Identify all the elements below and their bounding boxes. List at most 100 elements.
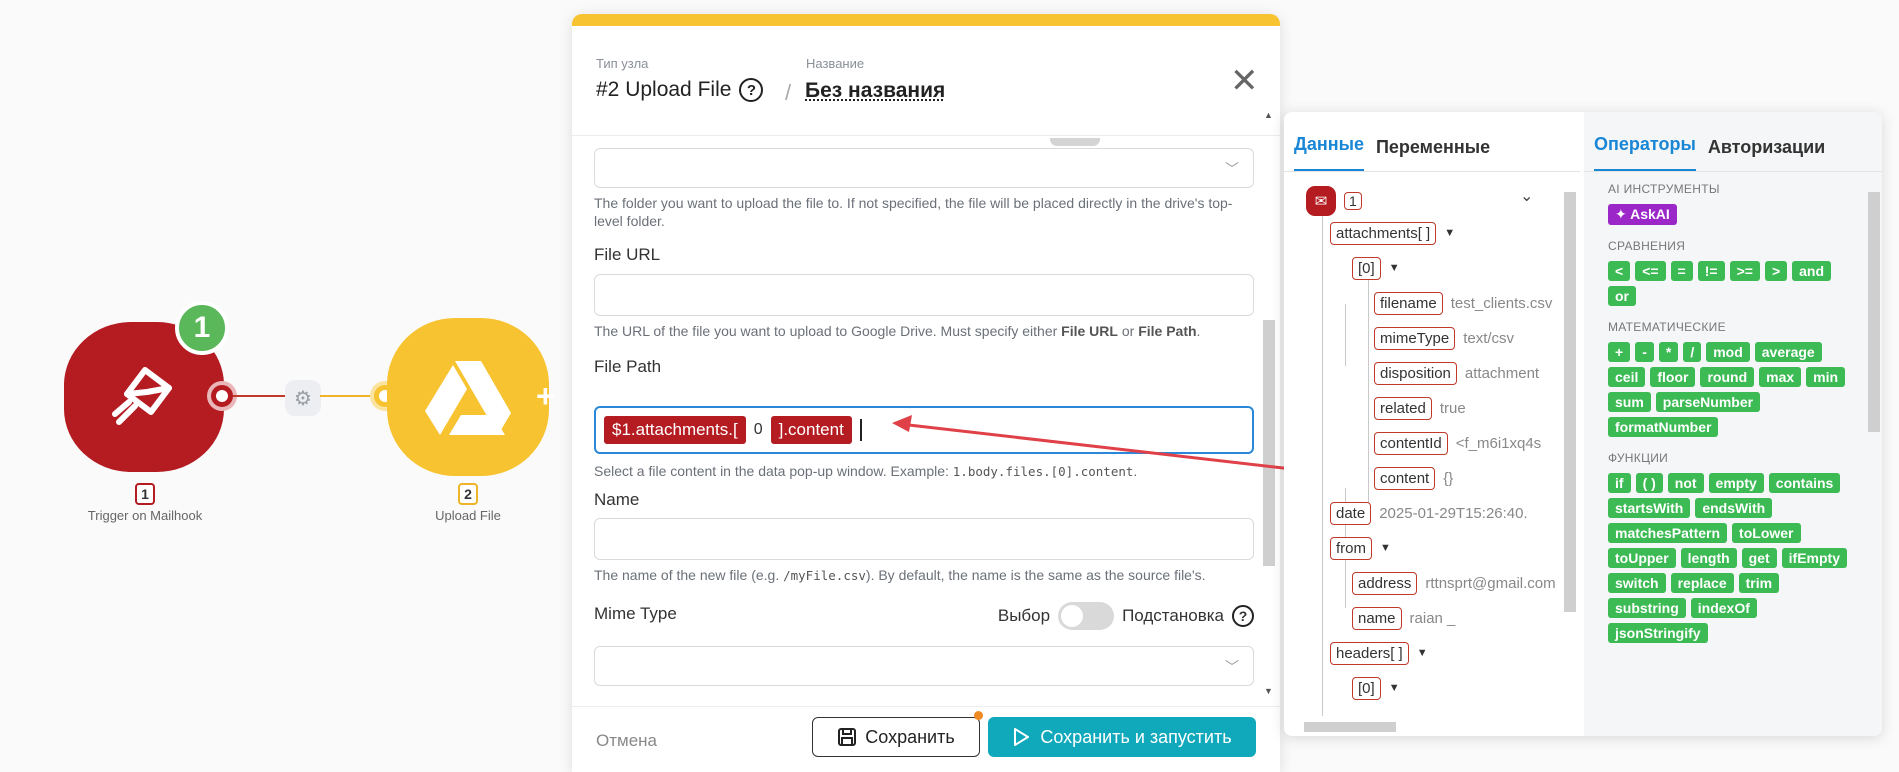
tree-key[interactable]: [0]: [1352, 676, 1381, 700]
mime-type-select[interactable]: ﹀: [594, 646, 1254, 686]
tree-key[interactable]: name: [1352, 606, 1402, 630]
node-name-value[interactable]: Без названия: [805, 79, 945, 103]
operator-chip[interactable]: empty: [1708, 473, 1764, 493]
tree-item-disposition[interactable]: disposition attachment: [1374, 360, 1539, 386]
tree-item-related[interactable]: related true: [1374, 395, 1466, 421]
tree-key[interactable]: filename: [1374, 291, 1443, 315]
caret-down-icon[interactable]: ▼: [1389, 682, 1400, 694]
operator-chip[interactable]: sum: [1608, 392, 1651, 412]
tree-item-attachments[interactable]: attachments[ ] ▼: [1330, 220, 1455, 246]
mode-option-substitute[interactable]: Подстановка: [1122, 606, 1224, 626]
caret-down-icon[interactable]: ▼: [1380, 542, 1391, 554]
edge-settings-gear-icon[interactable]: ⚙: [285, 380, 321, 416]
operator-chip[interactable]: substring: [1608, 598, 1686, 618]
tree-key[interactable]: headers[ ]: [1330, 641, 1409, 665]
tree-key[interactable]: address: [1352, 571, 1418, 595]
operator-chip[interactable]: *: [1658, 342, 1679, 362]
operator-chip[interactable]: matchesPattern: [1608, 523, 1728, 543]
tree-root[interactable]: ✉ 1: [1306, 186, 1362, 216]
operator-chip[interactable]: round: [1700, 367, 1755, 387]
operator-chip[interactable]: min: [1806, 367, 1846, 387]
tree-key[interactable]: [0]: [1352, 256, 1381, 280]
operator-chip[interactable]: formatNumber: [1608, 417, 1719, 437]
mode-toggle[interactable]: [1058, 602, 1115, 630]
operator-chip[interactable]: floor: [1650, 367, 1696, 387]
tree-key[interactable]: content: [1374, 466, 1436, 490]
tree-item-name[interactable]: name raian _: [1352, 605, 1455, 631]
tree-key[interactable]: attachments[ ]: [1330, 221, 1437, 245]
expression-chip[interactable]: ].content: [770, 416, 852, 444]
tab-variables[interactable]: Переменные: [1376, 137, 1490, 172]
folder-select[interactable]: ﹀: [594, 148, 1254, 188]
scrollbar-thumb[interactable]: [1263, 320, 1275, 566]
operator-chip[interactable]: ( ): [1635, 473, 1663, 493]
tab-authorizations[interactable]: Авторизации: [1708, 137, 1825, 172]
tree-item-mimetype[interactable]: mimeType text/csv: [1374, 325, 1514, 351]
operator-chip[interactable]: toLower: [1732, 523, 1801, 543]
operator-chip[interactable]: ✦ AskAI: [1608, 204, 1677, 225]
file-path-input[interactable]: $1.attachments.[ 0 ].content: [594, 406, 1254, 454]
operator-chip[interactable]: or: [1608, 286, 1636, 306]
save-and-run-button[interactable]: Сохранить и запустить: [988, 717, 1256, 757]
operator-chip[interactable]: ifEmpty: [1781, 548, 1848, 568]
caret-down-icon[interactable]: ▼: [1444, 227, 1455, 239]
operator-chip[interactable]: get: [1741, 548, 1777, 568]
tree-item-headers[interactable]: headers[ ] ▼: [1330, 640, 1428, 666]
tree-key[interactable]: from: [1330, 536, 1372, 560]
operator-chip[interactable]: indexOf: [1690, 598, 1757, 618]
operator-chip[interactable]: <=: [1635, 261, 1666, 281]
upload-file-node[interactable]: [387, 318, 549, 476]
operator-chip[interactable]: jsonStringify: [1608, 623, 1708, 643]
save-button[interactable]: Сохранить: [812, 717, 980, 757]
mode-option-select[interactable]: Выбор: [998, 606, 1050, 626]
operator-chip[interactable]: >=: [1729, 261, 1760, 281]
operator-chip[interactable]: max: [1759, 367, 1802, 387]
operator-chip[interactable]: replace: [1670, 573, 1734, 593]
add-node-plus-icon[interactable]: +: [536, 378, 555, 415]
operator-chip[interactable]: ceil: [1608, 367, 1646, 387]
tree-item-contentid[interactable]: contentId <f_m6i1xq4s: [1374, 430, 1541, 456]
cancel-button[interactable]: Отмена: [596, 731, 657, 751]
operator-chip[interactable]: >: [1764, 261, 1788, 281]
expression-chip[interactable]: $1.attachments.[: [604, 416, 746, 444]
operator-chip[interactable]: +: [1608, 342, 1631, 362]
operator-chip[interactable]: length: [1680, 548, 1737, 568]
tree-key[interactable]: date: [1330, 501, 1372, 525]
operator-chip[interactable]: startsWith: [1608, 498, 1691, 518]
scroll-up-arrow-icon[interactable]: ▲: [1264, 110, 1273, 120]
tree-item-content[interactable]: content {}: [1374, 465, 1453, 491]
toggle-switch[interactable]: [1050, 138, 1100, 146]
operator-chip[interactable]: -: [1635, 342, 1654, 362]
operator-chip[interactable]: endsWith: [1695, 498, 1773, 518]
tab-operators[interactable]: Операторы: [1594, 134, 1696, 172]
tree-item-index[interactable]: [0] ▼: [1352, 255, 1400, 281]
tree-item-filename[interactable]: filename test_clients.csv: [1374, 290, 1552, 316]
operator-chip[interactable]: contains: [1768, 473, 1841, 493]
operator-chip[interactable]: if: [1608, 473, 1631, 493]
operator-chip[interactable]: !=: [1697, 261, 1725, 281]
operator-chip[interactable]: <: [1608, 261, 1631, 281]
tree-item-headers-index[interactable]: [0] ▼: [1352, 675, 1400, 701]
tree-key[interactable]: contentId: [1374, 431, 1448, 455]
help-icon[interactable]: ?: [739, 78, 764, 102]
operator-chip[interactable]: toUpper: [1608, 548, 1676, 568]
operator-chip[interactable]: not: [1667, 473, 1704, 493]
operators-scrollbar-thumb[interactable]: [1868, 192, 1880, 432]
file-url-input[interactable]: [594, 274, 1254, 316]
tree-item-from[interactable]: from ▼: [1330, 535, 1391, 561]
tree-item-address[interactable]: address rttnsprt@gmail.com: [1352, 570, 1556, 596]
operator-chip[interactable]: =: [1670, 261, 1693, 281]
caret-down-icon[interactable]: ▼: [1389, 262, 1400, 274]
operator-chip[interactable]: and: [1792, 261, 1832, 281]
scroll-down-arrow-icon[interactable]: ▼: [1264, 686, 1273, 696]
operator-chip[interactable]: average: [1754, 342, 1822, 362]
chevron-down-icon[interactable]: ⌄: [1520, 186, 1533, 206]
tree-key[interactable]: disposition: [1374, 361, 1457, 385]
operator-chip[interactable]: trim: [1738, 573, 1780, 593]
help-icon[interactable]: ?: [1232, 605, 1254, 627]
caret-down-icon[interactable]: ▼: [1417, 647, 1428, 659]
tree-hscrollbar-thumb[interactable]: [1304, 722, 1396, 732]
tree-scrollbar-thumb[interactable]: [1564, 192, 1576, 612]
operator-chip[interactable]: parseNumber: [1655, 392, 1761, 412]
close-icon[interactable]: ✕: [1230, 64, 1259, 98]
